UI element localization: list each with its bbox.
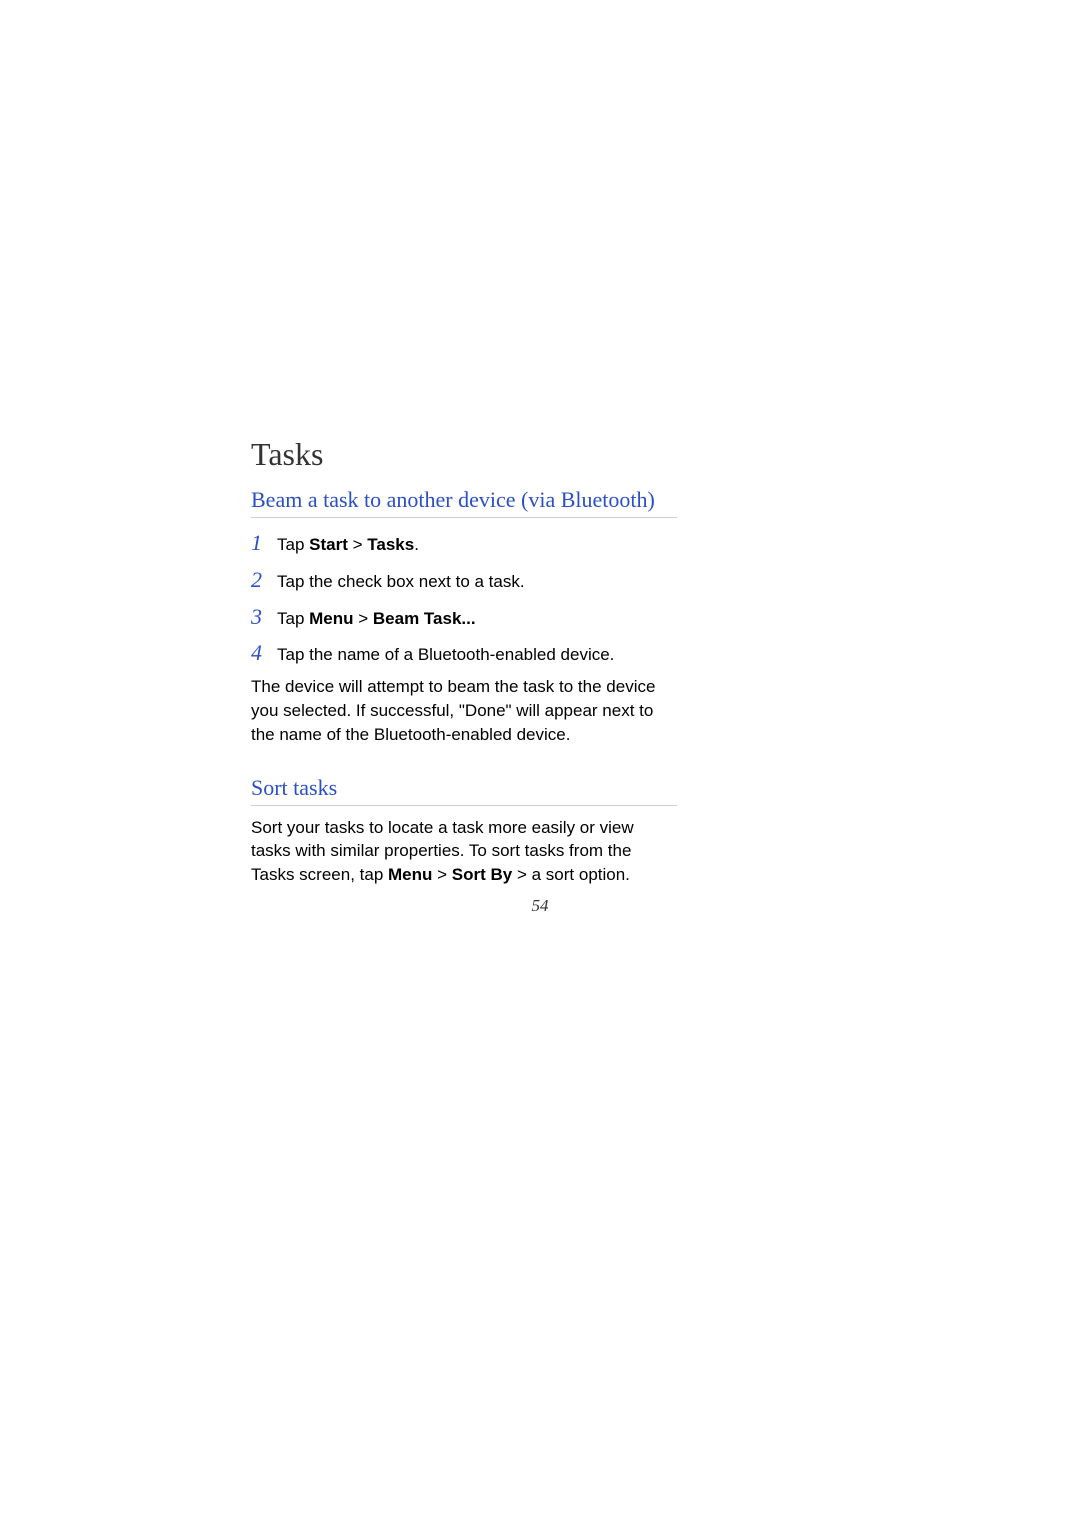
section-heading-sort: Sort tasks [251, 775, 677, 806]
bold-text: Sort By [452, 865, 512, 884]
page-number: 54 [0, 896, 1080, 916]
bold-text: Menu [309, 609, 353, 628]
list-item: 4 Tap the name of a Bluetooth-enabled de… [251, 638, 677, 669]
followup-paragraph: The device will attempt to beam the task… [251, 675, 677, 746]
step-number: 2 [251, 565, 263, 596]
step-number: 1 [251, 528, 263, 559]
step-text: Tap Start > Tasks. [277, 533, 677, 557]
step-number: 3 [251, 602, 263, 633]
step-text: Tap Menu > Beam Task... [277, 607, 677, 631]
bold-text: Menu [388, 865, 432, 884]
text: . [414, 535, 419, 554]
text: > [432, 865, 451, 884]
section-sort: Sort tasks Sort your tasks to locate a t… [251, 775, 677, 887]
list-item: 3 Tap Menu > Beam Task... [251, 602, 677, 633]
page-title: Tasks [251, 436, 677, 473]
step-text: Tap the name of a Bluetooth-enabled devi… [277, 643, 677, 667]
paragraph: Sort your tasks to locate a task more ea… [251, 816, 677, 887]
text: > [354, 609, 373, 628]
step-text: Tap the check box next to a task. [277, 570, 677, 594]
bold-text: Beam Task... [373, 609, 476, 628]
list-item: 2 Tap the check box next to a task. [251, 565, 677, 596]
text: Tap the name of a Bluetooth-enabled devi… [277, 645, 614, 664]
list-item: 1 Tap Start > Tasks. [251, 528, 677, 559]
section-heading-beam: Beam a task to another device (via Bluet… [251, 487, 677, 518]
text: Tap the check box next to a task. [277, 572, 525, 591]
bold-text: Tasks [367, 535, 414, 554]
step-number: 4 [251, 638, 263, 669]
text: Tap [277, 535, 309, 554]
text: > a sort option. [512, 865, 630, 884]
bold-text: Start [309, 535, 348, 554]
text: > [348, 535, 367, 554]
step-list: 1 Tap Start > Tasks. 2 Tap the check box… [251, 528, 677, 669]
text: Tap [277, 609, 309, 628]
document-page: Tasks Beam a task to another device (via… [251, 436, 677, 887]
